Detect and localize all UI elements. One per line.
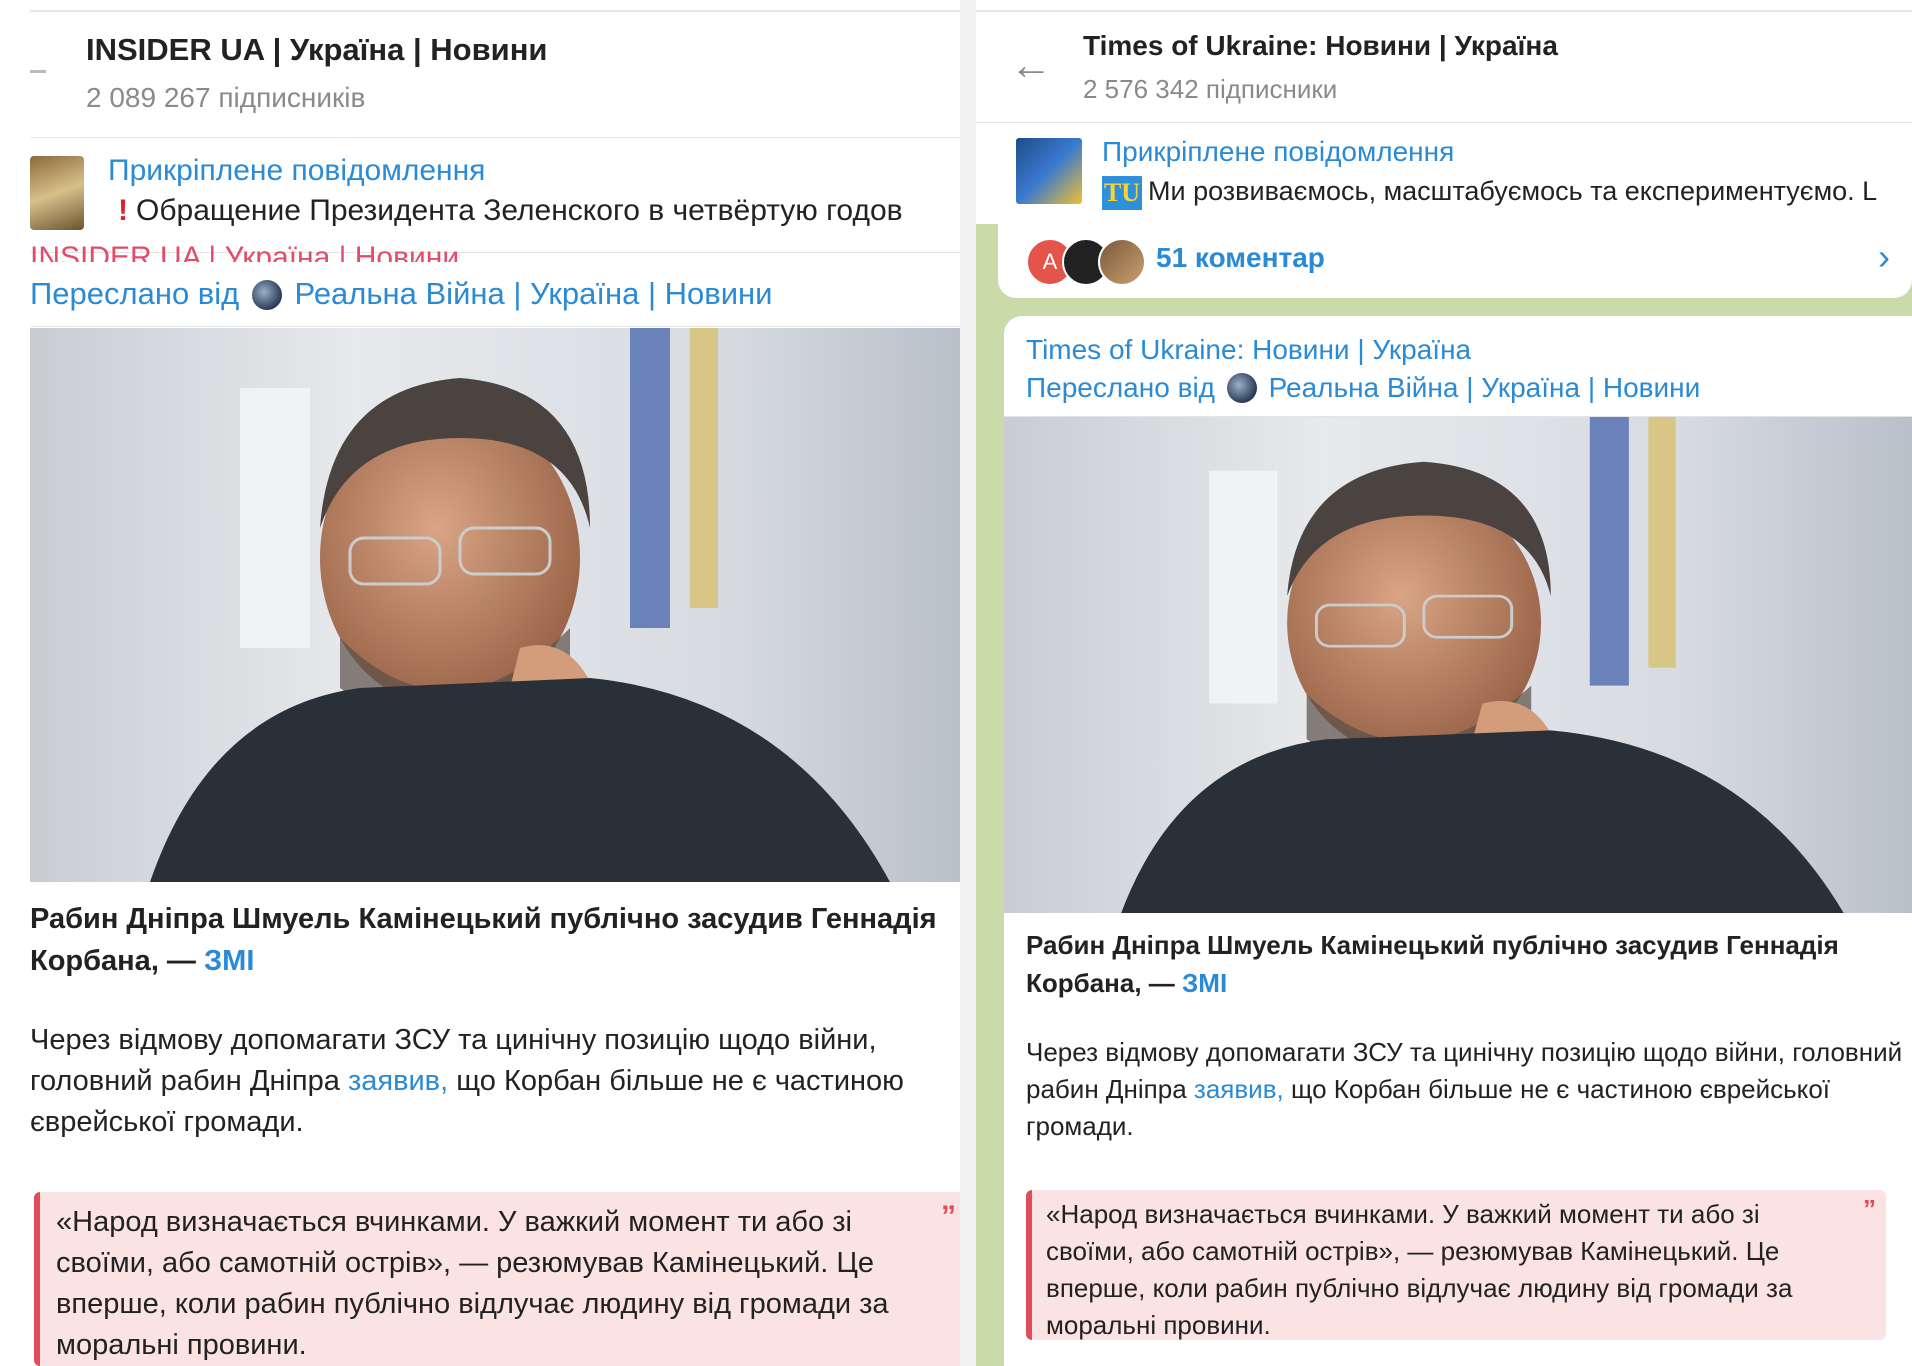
comments-count[interactable]: 51 коментар (1156, 242, 1325, 274)
pinned-label[interactable]: Прикріплене повідомлення (1102, 136, 1454, 168)
divider (976, 122, 1912, 123)
statement-link[interactable]: заявив, (1194, 1074, 1284, 1104)
source-avatar (1226, 373, 1257, 403)
comments-bar[interactable]: A 51 коментар › (998, 224, 1912, 298)
pinned-label[interactable]: Прикріплене повідомлення (108, 154, 485, 188)
forwarded-source[interactable]: Реальна Війна | Україна | Новини (1269, 372, 1701, 403)
statement-link[interactable]: заявив, (348, 1065, 448, 1097)
quote-text: «Народ визначається вчинками. У важкий м… (56, 1206, 889, 1361)
forwarded-prefix: Переслано від (30, 276, 240, 311)
pinned-message-preview[interactable]: Ми розвиваємось, масштабуємось та експер… (1148, 176, 1877, 207)
headline-text: Рабин Дніпра Шмуель Камінецький публічно… (30, 903, 937, 977)
quote-icon: ” (941, 1200, 956, 1233)
forwarded-source[interactable]: Реальна Війна | Україна | Новини (295, 276, 773, 311)
quote-text: «Народ визначається вчинками. У важкий м… (1046, 1199, 1793, 1340)
top-divider (976, 10, 1912, 12)
commenter-avatar (1098, 238, 1146, 286)
news-photo[interactable] (30, 328, 960, 882)
post-headline: Рабин Дніпра Шмуель Камінецький публічно… (1026, 926, 1886, 1002)
tu-badge: TU (1102, 176, 1142, 210)
divider (30, 137, 960, 138)
news-photo[interactable] (1004, 417, 1912, 913)
message-channel-name: INSIDER UA | Україна | Новини (30, 241, 460, 262)
channel-title[interactable]: Times of Ukraine: Новини | Україна (1083, 30, 1558, 62)
right-channel-pane: ← Times of Ukraine: Новини | Україна 2 5… (976, 0, 1912, 1366)
pinned-text: Обращение Президента Зеленского в четвёр… (136, 194, 903, 227)
blockquote: «Народ визначається вчинками. У важкий м… (34, 1192, 960, 1366)
subscriber-count: 2 089 267 підписників (86, 82, 366, 113)
forwarded-from[interactable]: Переслано від Реальна Війна | Україна | … (30, 276, 772, 312)
post-headline: Рабин Дніпра Шмуель Камінецький публічно… (30, 898, 950, 982)
pinned-message-preview[interactable]: ! Обращение Президента Зеленского в четвё… (118, 194, 903, 228)
message-bubble: Times of Ukraine: Новини | Україна Перес… (1004, 316, 1912, 1366)
pinned-thumbnail[interactable] (30, 156, 84, 230)
forwarded-prefix: Переслано від (1026, 372, 1215, 403)
source-link[interactable]: ЗМІ (204, 945, 254, 977)
pinned-thumbnail[interactable] (1016, 138, 1082, 204)
pane-divider (960, 0, 976, 1366)
source-link[interactable]: ЗМІ (1182, 968, 1227, 998)
arrow-left-icon[interactable]: ← (1010, 44, 1052, 86)
subscriber-count: 2 576 342 підписники (1083, 74, 1338, 104)
post-body: Через відмову допомагати ЗСУ та цинічну … (1026, 1034, 1906, 1145)
exclamation-icon: ! (118, 194, 128, 227)
headline-text: Рабин Дніпра Шмуель Камінецький публічно… (1026, 930, 1839, 998)
chevron-right-icon[interactable]: › (1878, 236, 1890, 278)
forwarded-from[interactable]: Переслано від Реальна Війна | Україна | … (1026, 372, 1700, 404)
source-avatar (251, 280, 282, 310)
minimize-icon[interactable] (30, 70, 46, 73)
left-channel-pane: INSIDER UA | Україна | Новини 2 089 267 … (0, 0, 960, 1366)
top-divider (30, 10, 960, 12)
quote-icon: ” (1863, 1194, 1876, 1224)
blockquote: «Народ визначається вчинками. У важкий м… (1026, 1190, 1886, 1340)
channel-title[interactable]: INSIDER UA | Україна | Новини (86, 32, 547, 68)
message-channel-name[interactable]: Times of Ukraine: Новини | Україна (1026, 334, 1471, 366)
post-body: Через відмову допомагати ЗСУ та цинічну … (30, 1020, 960, 1143)
divider (30, 326, 960, 327)
